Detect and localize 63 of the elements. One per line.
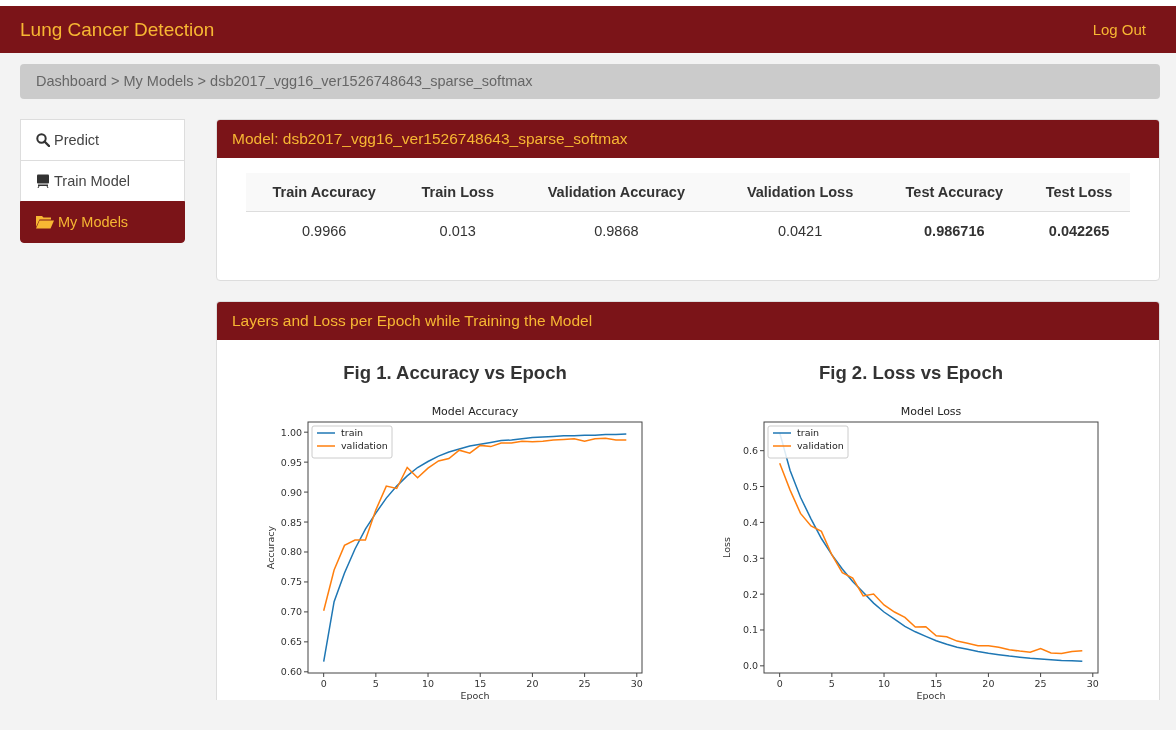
- chart-title: Model Loss: [900, 405, 962, 418]
- tick-label: 25: [578, 678, 591, 689]
- tick-label: 0.85: [280, 516, 302, 528]
- tick-label: 0.75: [280, 576, 302, 588]
- table-cell: 0.042265: [1028, 211, 1130, 250]
- legend-label: validation: [341, 440, 388, 451]
- tick-label: 0.60: [280, 666, 302, 678]
- chart-title: Model Accuracy: [431, 405, 519, 418]
- panel-title: Model: dsb2017_vgg16_ver1526748643_sparse_softmax: [217, 120, 1159, 158]
- figure-caption: Fig 1. Accuracy vs Epoch: [343, 362, 567, 384]
- tick-label: 0.65: [280, 636, 302, 648]
- folder-icon: [36, 215, 54, 229]
- tick-label: 0.2: [742, 588, 758, 600]
- column-header: Train Accuracy: [246, 173, 403, 212]
- tick-label: 5: [828, 678, 835, 689]
- tick-label: 0: [320, 678, 327, 689]
- search-icon: [36, 133, 50, 147]
- figure-caption: Fig 2. Loss vs Epoch: [819, 362, 1003, 384]
- table-cell: 0.9868: [513, 211, 720, 250]
- table-cell: 0.9966: [246, 211, 403, 250]
- legend-label: train: [341, 427, 364, 438]
- tick-label: 25: [1034, 678, 1047, 689]
- tick-label: 10: [422, 678, 435, 689]
- tick-label: 0.6: [742, 445, 758, 457]
- tick-label: 20: [982, 678, 995, 689]
- tick-label: 0.1: [742, 624, 758, 636]
- tick-label: 0.70: [280, 606, 302, 618]
- tick-label: 0.0: [742, 660, 758, 672]
- column-header: Validation Accuracy: [513, 173, 720, 212]
- axis-label: Accuracy: [265, 525, 276, 570]
- tick-label: 1.00: [280, 426, 302, 438]
- column-header: Train Loss: [402, 173, 513, 212]
- monitor-icon: [36, 174, 50, 188]
- legend-label: validation: [797, 440, 844, 451]
- sidebar-item[interactable]: My Models: [20, 201, 185, 243]
- column-header: Validation Loss: [719, 173, 881, 212]
- tick-label: 0.4: [742, 516, 758, 528]
- tick-label: 0.3: [742, 552, 758, 564]
- app-title: Lung Cancer Detection: [20, 18, 215, 41]
- column-header: Test Accuracy: [880, 173, 1029, 212]
- tick-label: 15: [474, 678, 487, 689]
- table-cell: 0.0421: [719, 211, 881, 250]
- tick-label: 0.80: [280, 546, 302, 558]
- axis-label: Loss: [721, 537, 732, 558]
- tick-label: 10: [878, 678, 891, 689]
- breadcrumb: Dashboard > My Models > dsb2017_vgg16_ver1526748643_sparse_softmax: [20, 64, 1160, 99]
- tick-label: 0.90: [280, 486, 302, 498]
- table-cell: 0.986716: [880, 211, 1029, 250]
- tick-label: 30: [630, 678, 643, 689]
- legend-label: train: [797, 427, 820, 438]
- column-header: Test Loss: [1028, 173, 1130, 212]
- sidebar-item[interactable]: Train Model: [20, 160, 185, 202]
- tick-label: 0: [776, 678, 783, 689]
- logout-link[interactable]: Log Out: [1092, 21, 1146, 38]
- table-cell: 0.013: [402, 211, 513, 250]
- tick-label: 30: [1086, 678, 1099, 689]
- tick-label: 5: [372, 678, 379, 689]
- sidebar-item[interactable]: Predict: [20, 119, 185, 161]
- tick-label: 0.5: [742, 481, 758, 493]
- tick-label: 0.95: [280, 456, 302, 468]
- tick-label: 20: [526, 678, 539, 689]
- tick-label: 15: [930, 678, 943, 689]
- panel-title: Layers and Loss per Epoch while Training the Model: [217, 302, 1159, 340]
